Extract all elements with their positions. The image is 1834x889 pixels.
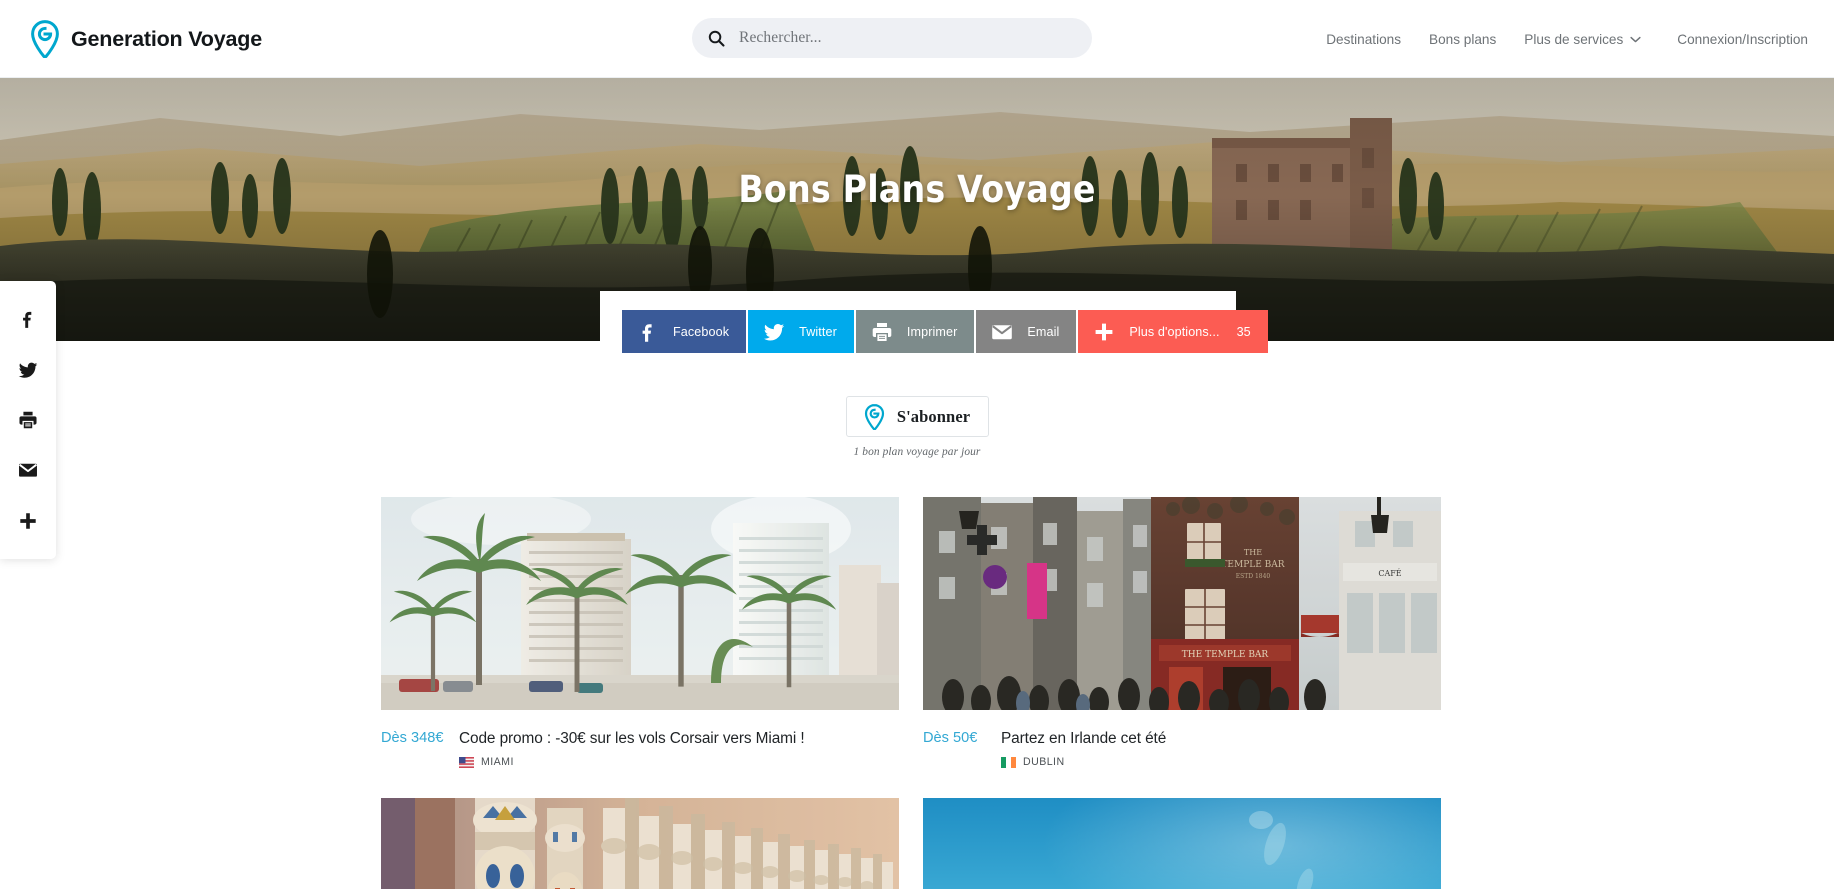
twitter-icon xyxy=(18,362,38,378)
location-pin-g-icon xyxy=(31,20,59,58)
subscribe-button[interactable]: S'abonner xyxy=(845,396,989,437)
floating-share-bar xyxy=(0,281,56,559)
share-count: 35 xyxy=(1236,324,1251,339)
deal-card[interactable] xyxy=(381,798,899,889)
plus-icon xyxy=(20,513,36,529)
page-title: Bons Plans Voyage xyxy=(738,168,1096,211)
share-label: Twitter xyxy=(799,324,837,339)
floating-share-more[interactable] xyxy=(12,505,44,537)
deal-location: MIAMI xyxy=(459,756,805,768)
subscribe-note: 1 bon plan voyage par jour xyxy=(853,446,981,458)
deal-location: DUBLIN xyxy=(1001,756,1166,768)
us-flag-icon xyxy=(459,756,474,768)
share-button-email[interactable]: Email xyxy=(976,310,1077,353)
nav-label: Destinations xyxy=(1326,31,1402,47)
share-button-row: Facebook Twitter Imprimer Email Plus d'o… xyxy=(622,310,1268,353)
deal-text: Code promo : -30€ sur les vols Corsair v… xyxy=(455,729,805,768)
main-navigation: Destinations Bons plans Plus de services… xyxy=(1312,0,1808,78)
page-root: Generation Voyage Destinations Bons plan… xyxy=(0,0,1834,889)
floating-share-facebook[interactable] xyxy=(12,303,44,335)
floating-share-print[interactable] xyxy=(12,404,44,436)
subscribe-label: S'abonner xyxy=(896,406,971,426)
envelope-icon xyxy=(18,464,38,477)
nav-item-login-signup[interactable]: Connexion/Inscription xyxy=(1655,32,1808,47)
deal-price: Dès 50€ xyxy=(923,730,978,746)
facebook-icon xyxy=(23,312,32,329)
search-icon xyxy=(708,30,725,47)
deals-grid: Dès 348€ Code promo : -30€ sur les vols … xyxy=(381,497,1441,889)
deal-image-miami[interactable] xyxy=(381,497,899,710)
brand-name: Generation Voyage xyxy=(71,26,262,51)
printer-icon xyxy=(19,411,37,429)
deal-price: Dès 348€ xyxy=(381,730,444,746)
share-button-print[interactable]: Imprimer xyxy=(855,310,975,353)
floating-share-twitter[interactable] xyxy=(12,354,44,386)
nav-label: Bons plans xyxy=(1429,31,1497,47)
ie-flag-icon xyxy=(1001,756,1016,768)
deal-location-label: DUBLIN xyxy=(1023,756,1065,769)
deal-image-seville[interactable] xyxy=(381,798,899,889)
deal-title: Code promo : -30€ sur les vols Corsair v… xyxy=(459,730,805,747)
share-label: Email xyxy=(1027,324,1060,339)
chevron-down-icon xyxy=(1630,36,1641,42)
deal-body: Dès 50€ Partez en Irlande cet été DUBLIN xyxy=(923,710,1441,768)
nav-item-plus-de-services[interactable]: Plus de services xyxy=(1510,32,1655,47)
deal-image-blue-sky[interactable] xyxy=(923,798,1441,889)
nav-item-destinations[interactable]: Destinations xyxy=(1312,32,1415,47)
share-button-facebook[interactable]: Facebook xyxy=(622,310,747,353)
subscribe-section: S'abonner 1 bon plan voyage par jour xyxy=(0,396,1834,458)
share-label: Facebook xyxy=(673,324,730,339)
envelope-icon xyxy=(992,324,1013,339)
site-header: Generation Voyage Destinations Bons plan… xyxy=(0,0,1834,78)
deal-location-label: MIAMI xyxy=(481,756,514,769)
deal-card[interactable] xyxy=(923,798,1441,889)
twitter-icon xyxy=(763,323,785,340)
share-button-more-options[interactable]: Plus d'options... 35 xyxy=(1078,310,1268,353)
share-label: Plus d'options... xyxy=(1129,324,1220,339)
deal-card[interactable]: Dès 348€ Code promo : -30€ sur les vols … xyxy=(381,497,899,768)
deal-text: Partez en Irlande cet été DUBLIN xyxy=(997,729,1166,768)
printer-icon xyxy=(872,322,892,341)
deal-image-dublin[interactable]: THE TEMPLE BAR ESTD 1840 THE TEMPLE BAR xyxy=(923,497,1441,710)
share-label: Imprimer xyxy=(906,324,958,339)
nav-label: Plus de services xyxy=(1524,31,1624,47)
search-container xyxy=(692,18,1092,58)
deal-body: Dès 348€ Code promo : -30€ sur les vols … xyxy=(381,710,899,768)
facebook-icon xyxy=(642,323,652,342)
nav-item-bons-plans[interactable]: Bons plans xyxy=(1415,32,1510,47)
search-input[interactable] xyxy=(739,29,1078,47)
share-button-twitter[interactable]: Twitter xyxy=(748,310,854,353)
deal-title: Partez en Irlande cet été xyxy=(1001,730,1167,747)
deal-card[interactable]: THE TEMPLE BAR ESTD 1840 THE TEMPLE BAR xyxy=(923,497,1441,768)
plus-icon xyxy=(1095,323,1113,340)
search-box[interactable] xyxy=(692,18,1092,58)
floating-share-email[interactable] xyxy=(12,454,44,486)
location-pin-g-icon xyxy=(864,403,884,430)
brand-logo-link[interactable]: Generation Voyage xyxy=(30,0,262,78)
